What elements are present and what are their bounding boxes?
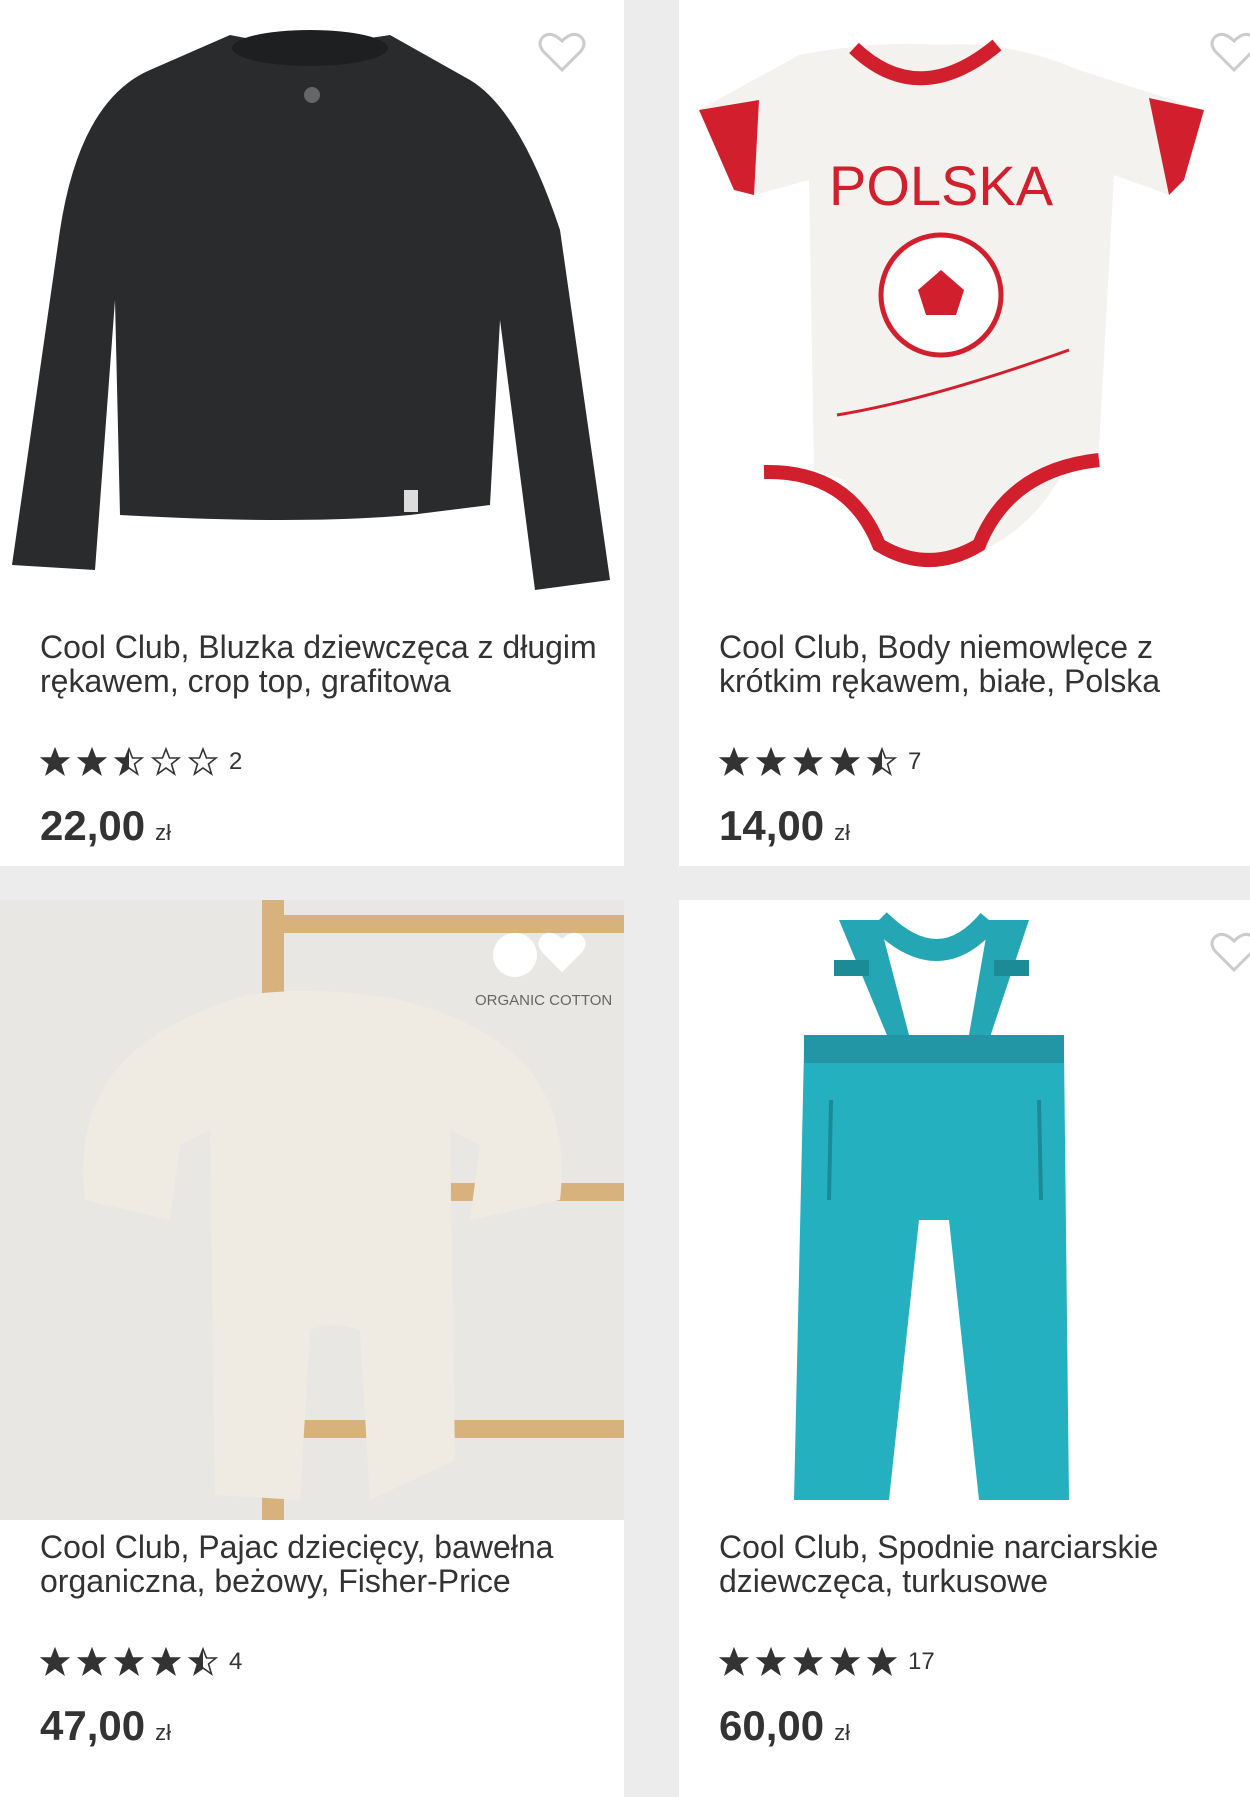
favorite-heart-icon[interactable] xyxy=(1209,930,1250,974)
star-icon xyxy=(187,746,219,777)
star-icon xyxy=(76,746,108,777)
product-price: 14,00 zł xyxy=(719,802,850,850)
product-card[interactable]: Cool Club, Bluzka dziewczęca z długim rę… xyxy=(0,0,624,866)
star-icon xyxy=(792,1646,824,1677)
product-card[interactable]: ORGANIC COTTON Cool Club, Pajac dziecięc… xyxy=(0,900,624,1797)
star-icon xyxy=(755,1646,787,1677)
star-icon xyxy=(150,746,182,777)
star-icon xyxy=(829,1646,861,1677)
product-title[interactable]: Cool Club, Body niemowlęce z krótkim ręk… xyxy=(719,630,1239,698)
star-icon xyxy=(39,746,71,777)
star-icon xyxy=(718,746,750,777)
price-amount: 22,00 xyxy=(40,802,146,849)
price-currency: zł xyxy=(834,1720,850,1745)
product-title[interactable]: Cool Club, Pajac dziecięcy, bawełna orga… xyxy=(40,1530,600,1598)
star-icon xyxy=(113,1646,145,1677)
favorite-heart-icon[interactable] xyxy=(537,930,587,974)
favorite-heart-icon[interactable] xyxy=(537,30,587,74)
product-price: 47,00 zł xyxy=(40,1702,171,1750)
price-currency: zł xyxy=(155,1720,171,1745)
product-title[interactable]: Cool Club, Bluzka dziewczęca z długim rę… xyxy=(40,630,600,698)
product-image[interactable]: ORGANIC COTTON xyxy=(0,900,624,1520)
star-icon xyxy=(792,746,824,777)
review-count: 4 xyxy=(229,1648,243,1675)
product-card[interactable]: Cool Club, Spodnie narciarskie dziewczęc… xyxy=(679,900,1250,1797)
product-image[interactable] xyxy=(679,900,1250,1520)
product-title[interactable]: Cool Club, Spodnie narciarskie dziewczęc… xyxy=(719,1530,1239,1598)
price-currency: zł xyxy=(834,820,850,845)
star-icon xyxy=(150,1646,182,1677)
star-icon xyxy=(866,1646,898,1677)
product-price: 22,00 zł xyxy=(40,802,171,850)
product-rating: 2 xyxy=(39,746,243,777)
image-print-text: POLSKA xyxy=(829,154,1054,217)
star-icon xyxy=(187,1646,219,1677)
star-icon xyxy=(755,746,787,777)
star-icon xyxy=(39,1646,71,1677)
favorite-heart-icon[interactable] xyxy=(1209,30,1250,74)
review-count: 7 xyxy=(908,748,922,775)
product-rating: 17 xyxy=(718,1646,935,1677)
product-rating: 4 xyxy=(39,1646,243,1677)
review-count: 17 xyxy=(908,1648,935,1675)
star-icon xyxy=(718,1646,750,1677)
product-price: 60,00 zł xyxy=(719,1702,850,1750)
product-rating: 7 xyxy=(718,746,922,777)
product-image[interactable]: POLSKA xyxy=(679,0,1250,600)
star-icon xyxy=(829,746,861,777)
product-card[interactable]: POLSKA Cool Club, Body niemowlęce z krót… xyxy=(679,0,1250,866)
star-icon xyxy=(76,1646,108,1677)
review-count: 2 xyxy=(229,748,243,775)
star-icon xyxy=(113,746,145,777)
star-icon xyxy=(866,746,898,777)
price-amount: 14,00 xyxy=(719,802,825,849)
price-amount: 47,00 xyxy=(40,1702,146,1749)
price-amount: 60,00 xyxy=(719,1702,825,1749)
price-currency: zł xyxy=(155,820,171,845)
product-image[interactable] xyxy=(0,0,624,600)
organic-cotton-badge: ORGANIC COTTON xyxy=(475,992,612,1009)
